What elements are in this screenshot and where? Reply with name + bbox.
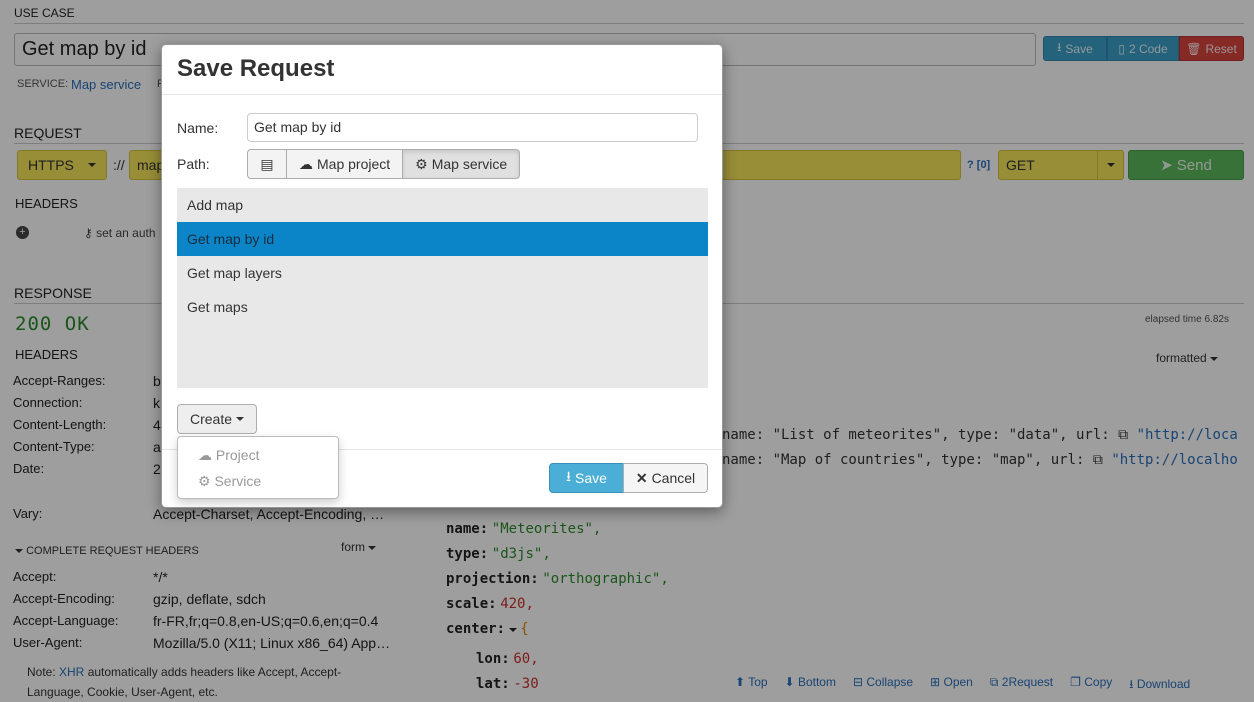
modal-title: Save Request	[177, 55, 335, 82]
name-input[interactable]: Get map by id	[247, 113, 698, 142]
cancel-button[interactable]: ✕ Cancel	[623, 463, 708, 493]
save-button[interactable]: ⭳ Save	[549, 463, 624, 493]
cloud-icon: ☁	[299, 155, 313, 172]
save-request-modal: Save Request Name: Get map by id Path: ▤…	[161, 44, 723, 508]
path-root-button[interactable]: ▤	[247, 149, 287, 179]
chevron-down-icon	[236, 417, 245, 421]
save-label: Save	[574, 470, 607, 486]
list-item[interactable]: Add map	[177, 188, 708, 222]
close-icon: ✕	[635, 469, 648, 486]
cloud-icon: ☁	[198, 447, 212, 463]
path-project-label: Map project	[317, 156, 391, 172]
create-dropdown-button[interactable]: Create	[177, 404, 257, 434]
cancel-label: Cancel	[651, 470, 696, 486]
gear-icon: ⚙	[198, 473, 211, 489]
create-project-label: Project	[215, 447, 260, 463]
path-service-label: Map service	[431, 156, 508, 172]
create-label: Create	[189, 411, 233, 427]
path-project-button[interactable]: ☁ Map project	[286, 149, 404, 179]
download-icon: ⭳	[566, 468, 571, 484]
path-service-button[interactable]: ⚙ Map service	[402, 149, 521, 179]
create-dropdown-menu: ☁ Project ⚙ Service	[177, 436, 339, 499]
name-label: Name:	[177, 120, 219, 136]
modal-header: Save Request	[162, 45, 722, 95]
list-item-selected[interactable]: Get map by id	[177, 222, 708, 256]
create-service-label: Service	[214, 473, 262, 489]
path-label: Path:	[177, 156, 210, 172]
archive-icon: ▤	[260, 155, 274, 172]
list-item[interactable]: Get maps	[177, 290, 708, 324]
gear-icon: ⚙	[415, 155, 428, 172]
list-item[interactable]: Get map layers	[177, 256, 708, 290]
create-service-item[interactable]: ⚙ Service	[178, 468, 338, 494]
create-project-item[interactable]: ☁ Project	[178, 442, 338, 468]
request-list: Add map Get map by id Get map layers Get…	[177, 188, 708, 388]
path-breadcrumb: ▤ ☁ Map project ⚙ Map service	[247, 149, 521, 179]
